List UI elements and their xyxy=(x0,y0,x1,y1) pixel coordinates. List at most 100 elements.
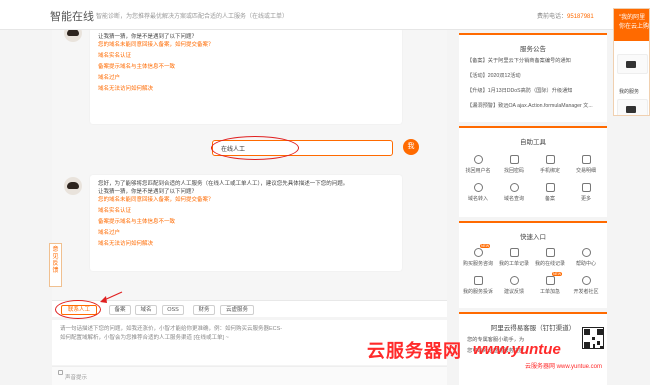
announcement-item[interactable]: 【活动】2020双12活动 xyxy=(467,72,602,79)
tool-label: 找回用户名 xyxy=(465,168,491,174)
phone-icon xyxy=(545,155,555,164)
top-bar: 智能在线 智能诊断，为您推荐最优解决方案或匹配合适的人工服务（在线或工单） 费前… xyxy=(0,0,650,30)
bot-message-2: 您好，为了能够将您匹配到合适的人工服务（在线人工或工单人工），建议您先具体描述一… xyxy=(90,175,402,271)
annotation-arrow-icon xyxy=(100,291,123,303)
suggestion-link[interactable]: 域名实名认证 xyxy=(98,207,394,215)
bolt-icon xyxy=(545,276,555,285)
entry-urgent-ticket[interactable]: NEW 工单加急 xyxy=(535,272,565,295)
hotline-number[interactable]: 95187981 xyxy=(567,14,594,20)
entry-complaints[interactable]: 我的服务投诉 xyxy=(463,276,493,295)
tag-button[interactable]: OSS xyxy=(162,305,184,315)
chat-icon xyxy=(473,248,483,257)
promo-title: "我的阿里 xyxy=(619,15,646,21)
sound-toggle-label[interactable]: 声音提示 xyxy=(65,373,87,381)
promo-label[interactable]: 我的服务 xyxy=(619,88,639,95)
suggestion-link[interactable]: 您的域名未能同意回接入备案，如何提交备案？ xyxy=(98,41,394,49)
hotline: 费前电话：95187981 xyxy=(537,11,594,20)
tool-domain-search[interactable]: 域名查询 xyxy=(499,183,529,202)
user-avatar: 我 xyxy=(403,139,419,155)
message-text: 让我猜一猜，你是不是遇到了以下问题？ xyxy=(98,34,198,40)
watermark-small: 云服务器网 www.yuntue.com xyxy=(525,364,603,370)
tool-label: 找回密码 xyxy=(503,168,524,174)
feedback-char: 反 xyxy=(52,261,59,267)
bot-avatar xyxy=(64,177,82,195)
promo-subtitle: 你在云上购 xyxy=(619,24,650,30)
tag-button[interactable]: 域名 xyxy=(135,305,157,315)
feedback-char: 意 xyxy=(52,247,59,253)
entry-purchase-consult[interactable]: NEW 购买服务咨询 xyxy=(463,244,494,267)
community-icon xyxy=(581,276,591,285)
suggestion-link[interactable]: 域名实名认证 xyxy=(98,52,394,60)
suggestion-link[interactable]: 域名过户 xyxy=(98,229,394,237)
brand-title: 智能在线 xyxy=(50,11,94,23)
announcement-item[interactable]: 【升级】1月13日DDoS高防（国际）升级通知 xyxy=(467,87,602,94)
entry-help-center[interactable]: 帮助中心 xyxy=(571,248,601,267)
promo-product-2[interactable] xyxy=(617,99,648,115)
tool-label: 备案 xyxy=(544,196,555,202)
right-promo-panel[interactable]: "我的阿里 你在云上购 我的服务 xyxy=(613,8,650,116)
suggestion-link[interactable]: 域名过户 xyxy=(98,74,394,82)
entry-label: 我的服务投诉 xyxy=(463,289,494,295)
tool-phone-bind[interactable]: 手机绑定 xyxy=(535,155,565,174)
bot-message-1: 让我猜一猜，你是不是遇到了以下问题？ 您的域名未能同意回接入备案，如何提交备案？… xyxy=(90,30,402,124)
promo-header: "我的阿里 你在云上购 xyxy=(614,9,650,41)
suggestion-link[interactable]: 域名无法访问如何解决 xyxy=(98,85,394,93)
entry-online-records[interactable]: 我的在线记录 xyxy=(535,248,565,267)
entry-dev-community[interactable]: 开发者社区 xyxy=(571,276,601,295)
tool-transactions[interactable]: 交易明细 xyxy=(571,155,601,174)
tool-more[interactable]: 更多 xyxy=(571,183,601,202)
feedback-tab[interactable]: 意 见 反 馈 xyxy=(49,243,62,287)
help-icon xyxy=(581,248,591,257)
annotation-circle xyxy=(55,300,101,319)
tool-label: 域名查询 xyxy=(503,196,524,202)
quick-entry-panel: 快速入口 NEW 购买服务咨询 我的工单记录 我的在线记录 帮助中心 我的服务投诉… xyxy=(459,221,607,308)
hotline-label: 费前电话： xyxy=(537,14,568,20)
ticket-icon xyxy=(509,248,519,257)
panel-title: 服务公告 xyxy=(520,46,546,53)
tool-filing[interactable]: 备案 xyxy=(535,183,565,202)
grid-icon xyxy=(581,183,591,192)
tag-button[interactable]: 云虚服务 xyxy=(220,305,254,315)
tool-find-username[interactable]: 找回用户名 xyxy=(463,155,493,174)
panel-title: 快速入口 xyxy=(520,234,546,241)
entry-label: 开发者社区 xyxy=(573,289,599,295)
tool-find-password[interactable]: 找回密码 xyxy=(499,155,529,174)
entry-label: 我的工单记录 xyxy=(499,261,530,267)
watermark-url: www.yuntue xyxy=(473,341,561,358)
sound-checkbox[interactable] xyxy=(58,370,63,375)
brand-subtitle: 智能诊断，为您推荐最优解决方案或匹配合适的人工服务（在线或工单） xyxy=(96,14,289,20)
entry-label: 购买服务咨询 xyxy=(463,261,494,267)
message-text: 您好，为了能够将您匹配到合适的人工服务（在线人工或工单人工），建议您先具体描述一… xyxy=(98,181,349,187)
suggestion-link[interactable]: 备案提示域名与主体信息不一致 xyxy=(98,63,394,71)
bot-face-icon xyxy=(67,182,79,189)
tool-domain-transfer[interactable]: 域名转入 xyxy=(463,183,493,202)
bot-face-icon xyxy=(67,30,79,36)
panel-title: 自助工具 xyxy=(520,139,546,146)
announcement-item[interactable]: 【漏洞预警】致远OA ajax.Action.formulaManager 文.… xyxy=(467,102,602,109)
qr-code xyxy=(582,327,604,349)
annotation-circle xyxy=(211,136,299,160)
tool-label: 手机绑定 xyxy=(539,168,560,174)
tag-button[interactable]: 备案 xyxy=(109,305,131,315)
receipt-icon xyxy=(581,155,591,164)
complaint-icon xyxy=(473,276,483,285)
suggestion-link[interactable]: 您的域名未能同意回接入备案，如何提交备案？ xyxy=(98,196,394,204)
promo-product-1[interactable] xyxy=(617,54,648,74)
announcement-item[interactable]: 【备案】关于阿里云下分销商备案编号的通知 xyxy=(467,57,602,64)
server-icon xyxy=(626,106,636,113)
entry-ticket-records[interactable]: 我的工单记录 xyxy=(499,248,529,267)
tag-button[interactable]: 财务 xyxy=(193,305,215,315)
lock-icon xyxy=(509,155,519,164)
feedback-icon xyxy=(509,276,519,285)
history-icon xyxy=(545,248,555,257)
chat-area[interactable]: 让我猜一猜，你是不是遇到了以下问题？ 您的域名未能同意回接入备案，如何提交备案？… xyxy=(52,30,447,300)
entry-feedback[interactable]: 建议反馈 xyxy=(499,276,529,295)
entry-label: 建议反馈 xyxy=(503,289,524,295)
user-icon xyxy=(473,155,483,164)
tool-label: 域名转入 xyxy=(467,196,488,202)
suggestion-link[interactable]: 域名无法访问如何解决 xyxy=(98,240,394,248)
input-footer: 声音提示 xyxy=(52,366,447,385)
suggestion-link[interactable]: 备案提示域名与主体信息不一致 xyxy=(98,218,394,226)
server-icon xyxy=(626,61,636,68)
new-badge: NEW xyxy=(552,272,563,276)
